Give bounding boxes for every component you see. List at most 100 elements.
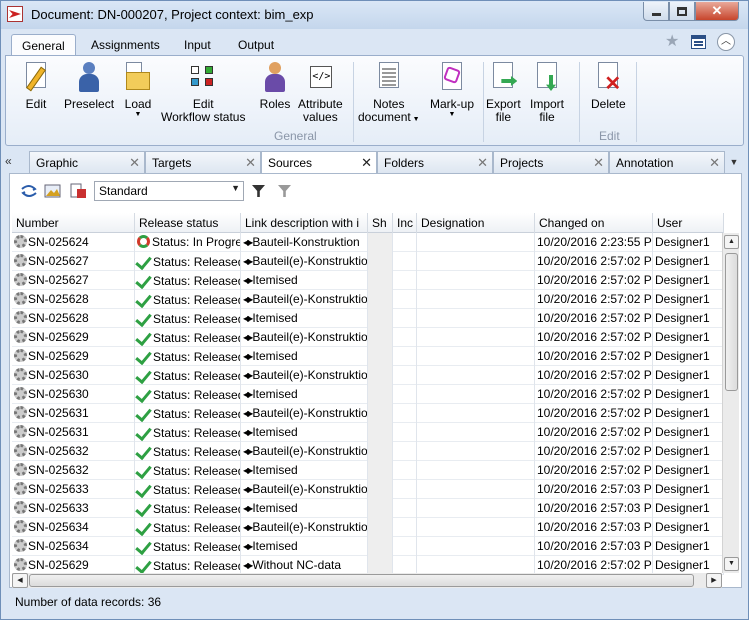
cell-link-description: ◀▶Bauteil(e)-Konstruktion	[241, 366, 368, 385]
part-gear-icon	[14, 387, 27, 400]
cell-release-status: Status: Released,	[135, 461, 241, 480]
vertical-scrollbar[interactable]: ▲ ▼	[722, 233, 739, 573]
edit-button[interactable]: Edit	[20, 60, 52, 111]
delete-button[interactable]: ✕ Delete	[591, 60, 626, 111]
table-row[interactable]: SN-025630 Status: Released, ◀▶Itemised 10/…	[12, 385, 724, 404]
roles-button[interactable]: Roles	[259, 60, 291, 111]
horizontal-scroll-thumb[interactable]	[29, 574, 694, 587]
cell-link-description: ◀▶Bauteil(e)-Konstruktion	[241, 404, 368, 423]
cell-sh	[368, 423, 393, 442]
table-row[interactable]: SN-025634 Status: Released, ◀▶Bauteil(e)-…	[12, 518, 724, 537]
cell-number: SN-025629	[12, 347, 135, 366]
scroll-left-icon[interactable]: ◀	[12, 573, 28, 588]
table-row[interactable]: SN-025630 Status: Released, ◀▶Bauteil(e)-…	[12, 366, 724, 385]
ribbon-separator	[353, 62, 354, 142]
cell-link-description: ◀▶Itemised	[241, 461, 368, 480]
column-header-inc[interactable]: Inc	[393, 213, 417, 233]
tab-graphic[interactable]: Graphic ✕	[29, 151, 145, 173]
refresh-icon[interactable]	[20, 183, 38, 199]
table-row[interactable]: SN-025633 Status: Released, ◀▶Bauteil(e)-…	[12, 480, 724, 499]
tab-input[interactable]: Input	[174, 34, 221, 56]
view-select[interactable]: Standard ▼	[94, 181, 244, 201]
close-tab-icon[interactable]: ✕	[361, 155, 372, 171]
scroll-right-icon[interactable]: ▶	[706, 573, 722, 588]
table-row[interactable]: SN-025627 Status: Released, ◀▶Bauteil(e)-…	[12, 252, 724, 271]
scroll-up-icon[interactable]: ▲	[724, 235, 739, 249]
attribute-values-button[interactable]: </> Attribute values	[298, 60, 343, 124]
tab-folders[interactable]: Folders ✕	[377, 151, 493, 173]
close-tab-icon[interactable]: ✕	[709, 155, 720, 171]
table-row[interactable]: SN-025627 Status: Released, ◀▶Itemised 10/…	[12, 271, 724, 290]
column-header-link-description[interactable]: Link description with i	[241, 213, 368, 233]
link-direction-icon: ◀▶	[243, 333, 253, 342]
cell-release-status: Status: Released,	[135, 309, 241, 328]
column-header-changed-on[interactable]: Changed on	[535, 213, 653, 233]
workflow-icon	[187, 60, 219, 94]
cell-changed-on: 10/20/2016 2:57:02 PM	[535, 385, 653, 404]
tab-assignments[interactable]: Assignments	[81, 34, 170, 56]
cell-changed-on: 10/20/2016 2:57:02 PM	[535, 461, 653, 480]
tab-projects[interactable]: Projects ✕	[493, 151, 609, 173]
column-header-designation[interactable]: Designation	[417, 213, 535, 233]
minimize-button[interactable]	[643, 2, 669, 21]
table-row[interactable]: SN-025628 Status: Released, ◀▶Bauteil(e)-…	[12, 290, 724, 309]
table-row[interactable]: SN-025631 Status: Released, ◀▶Bauteil(e)-…	[12, 404, 724, 423]
close-button[interactable]: ✕	[695, 2, 739, 21]
load-button[interactable]: Load ▼	[122, 60, 154, 119]
favorite-star-icon[interactable]: ★	[665, 34, 681, 50]
maximize-button[interactable]	[669, 2, 695, 21]
edit-label: Edit	[25, 97, 47, 111]
table-row[interactable]: SN-025624 Status: In Progress◀▶Bauteil-Ko…	[12, 233, 724, 252]
table-row[interactable]: SN-025628 Status: Released, ◀▶Itemised 10/…	[12, 309, 724, 328]
edit-workflow-status-button[interactable]: Edit Workflow status	[161, 60, 245, 124]
export-file-button[interactable]: Export file	[486, 60, 521, 124]
column-header-user[interactable]: User	[653, 213, 724, 233]
tab-output[interactable]: Output	[228, 34, 284, 56]
image-view-icon[interactable]	[44, 183, 62, 199]
table-row[interactable]: SN-025633 Status: Released, ◀▶Itemised 10/…	[12, 499, 724, 518]
close-tab-icon[interactable]: ✕	[477, 155, 488, 171]
table-row[interactable]: SN-025629 Status: Released, ◀▶Itemised 10/…	[12, 347, 724, 366]
collapse-ribbon-icon[interactable]: ︿	[717, 33, 735, 51]
tab-annotation[interactable]: Annotation ✕	[609, 151, 725, 173]
table-row[interactable]: SN-025632 Status: Released, ◀▶Bauteil(e)-…	[12, 442, 724, 461]
horizontal-scrollbar[interactable]: ◀ ▶	[12, 573, 722, 588]
vertical-scroll-thumb[interactable]	[725, 253, 738, 391]
column-header-release-status[interactable]: Release status	[135, 213, 241, 233]
cell-status-text: Status: Released,	[153, 445, 241, 459]
released-check-icon	[137, 463, 151, 477]
tab-scroll-left-icon[interactable]: «	[5, 154, 19, 170]
cell-sh	[368, 461, 393, 480]
tab-sources[interactable]: Sources ✕	[261, 151, 377, 174]
close-tab-icon[interactable]: ✕	[129, 155, 140, 171]
ribbon-separator	[636, 62, 637, 142]
tab-list-dropdown-icon[interactable]: ▼	[728, 154, 740, 170]
filter-icon[interactable]	[252, 185, 265, 197]
table-row[interactable]: SN-025631 Status: Released, ◀▶Itemised 10/…	[12, 423, 724, 442]
cell-number: SN-025628	[12, 290, 135, 309]
import-file-button[interactable]: Import file	[530, 60, 564, 124]
cell-user: Designer1	[653, 309, 724, 328]
table-row[interactable]: SN-025629 Status: Released, ◀▶Bauteil(e)-…	[12, 328, 724, 347]
part-gear-icon	[14, 311, 27, 324]
delete-link-icon[interactable]	[70, 183, 88, 199]
tab-general[interactable]: General	[11, 34, 76, 56]
column-header-sh[interactable]: Sh	[368, 213, 393, 233]
preselect-button[interactable]: Preselect	[64, 60, 114, 111]
window-layout-icon[interactable]	[691, 35, 706, 49]
mark-up-button[interactable]: Mark-up ▼	[430, 60, 474, 119]
cell-user: Designer1	[653, 480, 724, 499]
table-row[interactable]: SN-025632 Status: Released, ◀▶Itemised 10/…	[12, 461, 724, 480]
table-row[interactable]: SN-025634 Status: Released, ◀▶Itemised 10/…	[12, 537, 724, 556]
cell-changed-on: 10/20/2016 2:57:02 PM	[535, 347, 653, 366]
part-gear-icon	[14, 425, 27, 438]
clear-filter-icon[interactable]	[278, 185, 291, 197]
column-header-number[interactable]: Number	[12, 213, 135, 233]
title-bar[interactable]: Document: DN-000207, Project context: bi…	[1, 1, 748, 29]
scroll-down-icon[interactable]: ▼	[724, 557, 739, 571]
cell-number-text: SN-025629	[28, 558, 89, 572]
tab-targets[interactable]: Targets ✕	[145, 151, 261, 173]
close-tab-icon[interactable]: ✕	[593, 155, 604, 171]
close-tab-icon[interactable]: ✕	[245, 155, 256, 171]
notes-document-button[interactable]: Notes document ▼	[358, 60, 420, 126]
